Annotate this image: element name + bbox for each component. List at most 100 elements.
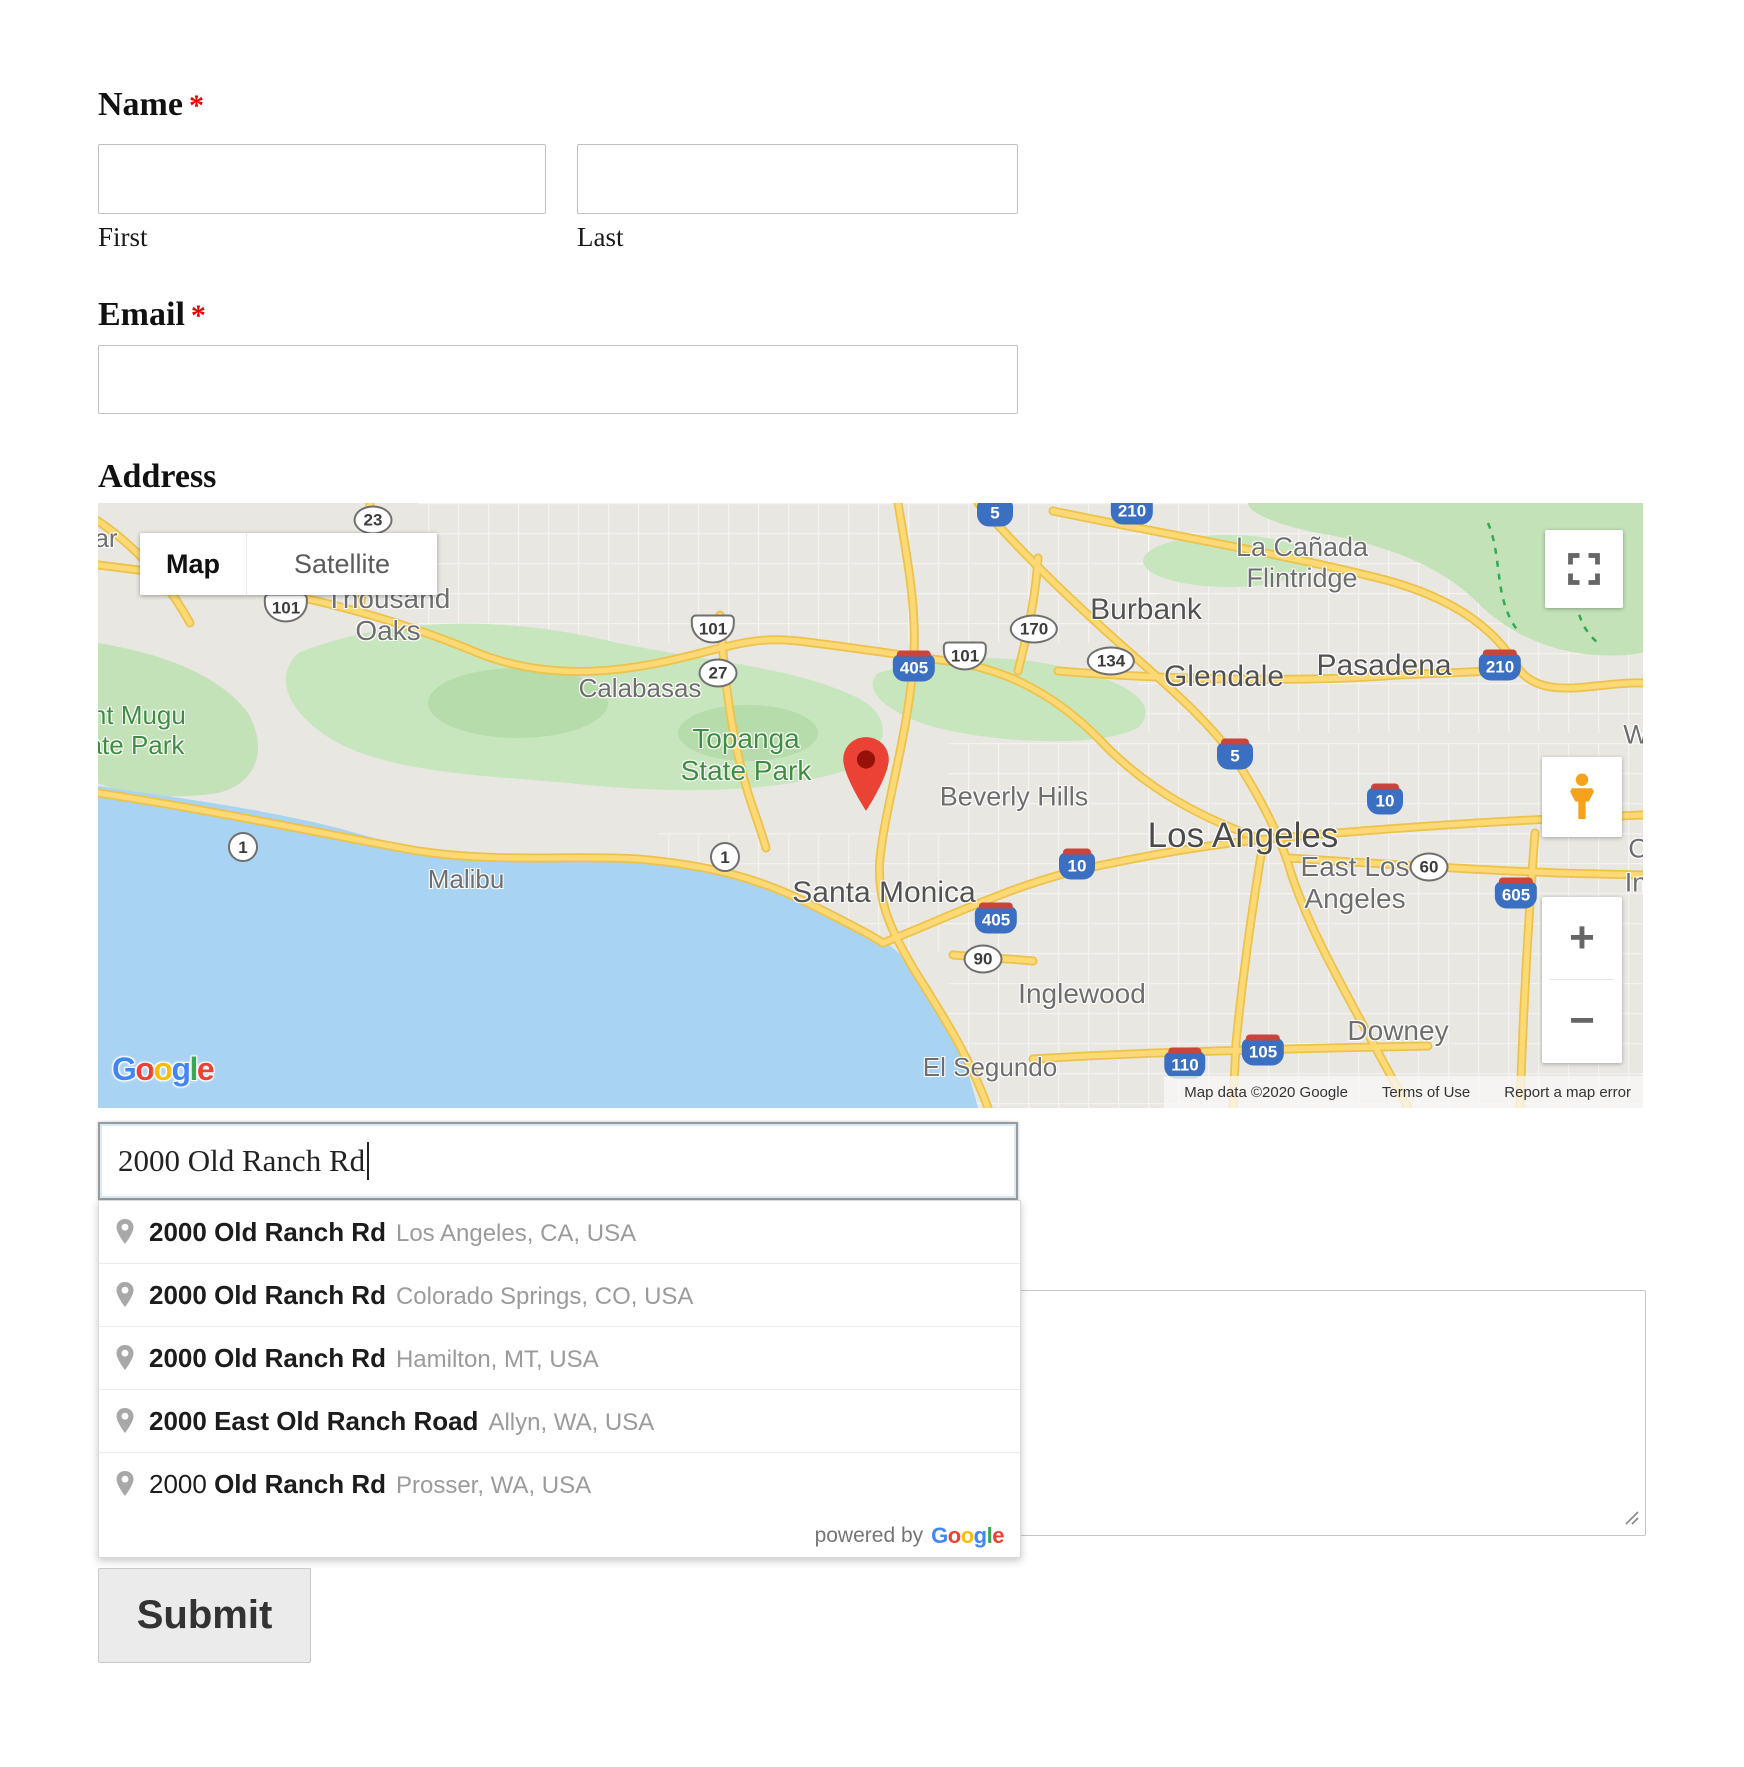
google-logo-letter: o: [948, 1523, 961, 1548]
route-shield: 605: [1495, 882, 1537, 909]
map-attribution: Map data ©2020 Google Terms of Use Repor…: [1164, 1076, 1643, 1108]
first-name-sublabel: First: [98, 222, 148, 253]
google-logo-letter: g: [974, 1523, 987, 1548]
fullscreen-icon: [1566, 551, 1602, 587]
report-map-error-link[interactable]: Report a map error: [1504, 1084, 1631, 1101]
google-logo-small: Google: [931, 1523, 1004, 1549]
email-label: Email*: [98, 296, 206, 334]
submit-button[interactable]: Submit: [98, 1568, 311, 1663]
map-type-satellite-button[interactable]: Satellite: [246, 533, 437, 595]
map-city-label: Calabasas: [579, 674, 702, 704]
google-map[interactable]: arThousand OaksCalabasasTopanga State Pa…: [98, 503, 1643, 1108]
autocomplete-item-text: 2000 Old Ranch RdProsser, WA, USA: [149, 1469, 591, 1500]
last-name-input[interactable]: [577, 144, 1018, 214]
address-input-value: 2000 Old Ranch Rd: [118, 1143, 365, 1179]
route-shield: 27: [699, 659, 738, 688]
autocomplete-item-text: 2000 Old Ranch RdColorado Springs, CO, U…: [149, 1280, 693, 1311]
map-city-label: El Segundo: [923, 1053, 1057, 1083]
name-required-asterisk: *: [189, 89, 204, 122]
autocomplete-list: 2000 Old Ranch RdLos Angeles, CA, USA 20…: [99, 1201, 1020, 1515]
terms-of-use-link[interactable]: Terms of Use: [1382, 1084, 1470, 1101]
route-shield: 170: [1010, 615, 1058, 644]
first-name-input[interactable]: [98, 144, 546, 214]
autocomplete-item-text: 2000 Old Ranch RdHamilton, MT, USA: [149, 1343, 599, 1374]
map-type-control: Map Satellite: [140, 533, 437, 595]
zoom-out-button[interactable]: −: [1542, 980, 1622, 1062]
autocomplete-dropdown: 2000 Old Ranch RdLos Angeles, CA, USA 20…: [98, 1200, 1021, 1558]
google-logo-letter: e: [992, 1523, 1004, 1548]
location-pin-icon: [113, 1343, 137, 1373]
map-city-label: int Mugu ate Park: [98, 701, 186, 761]
map-city-label: East Los Angeles: [1301, 851, 1410, 915]
autocomplete-item[interactable]: 2000 East Old Ranch RoadAllyn, WA, USA: [99, 1389, 1020, 1452]
pegman-control[interactable]: [1542, 757, 1622, 837]
location-pin-icon: [113, 1217, 137, 1247]
route-shield: 5: [1217, 743, 1253, 770]
google-logo-letter: G: [112, 1051, 135, 1087]
route-shield: 210: [1479, 654, 1521, 681]
google-logo-letter: e: [197, 1051, 213, 1087]
map-data-copyright: Map data ©2020 Google: [1184, 1084, 1348, 1101]
google-logo-letter: g: [171, 1051, 189, 1087]
location-pin-icon: [113, 1280, 137, 1310]
powered-by-text: powered by: [815, 1524, 924, 1548]
route-shield: 110: [1164, 1052, 1205, 1079]
route-shield: 405: [975, 907, 1017, 934]
zoom-in-button[interactable]: +: [1542, 897, 1622, 979]
autocomplete-item[interactable]: 2000 Old Ranch RdLos Angeles, CA, USA: [99, 1201, 1020, 1263]
route-shield: 5: [977, 503, 1013, 527]
map-type-map-button[interactable]: Map: [140, 533, 246, 595]
email-input[interactable]: [98, 345, 1018, 414]
page: Name* First Last Email* Address: [0, 0, 1744, 1767]
map-city-label: Burbank: [1090, 593, 1202, 628]
email-label-text: Email: [98, 296, 185, 333]
route-shield: 405: [893, 655, 935, 682]
google-logo-letter: o: [153, 1051, 171, 1087]
route-shield: 10: [1367, 788, 1403, 815]
fullscreen-button[interactable]: [1545, 530, 1623, 608]
route-shield: 10: [1059, 853, 1095, 880]
route-shield: 1: [710, 842, 740, 872]
map-city-label: Pasadena: [1316, 649, 1451, 684]
map-city-label: ar: [98, 524, 118, 554]
address-input[interactable]: 2000 Old Ranch Rd: [98, 1122, 1018, 1200]
route-shield: 134: [1087, 647, 1135, 676]
route-shield: 90: [964, 945, 1003, 974]
address-label: Address: [98, 458, 216, 496]
map-city-label: In: [1625, 867, 1643, 898]
route-shield: 23: [354, 506, 393, 535]
autocomplete-item-text: 2000 East Old Ranch RoadAllyn, WA, USA: [149, 1406, 654, 1437]
last-name-sublabel: Last: [577, 222, 624, 253]
google-logo-letter: G: [931, 1523, 948, 1548]
map-city-label: Downey: [1347, 1015, 1448, 1047]
map-city-label: La Cañada Flintridge: [1236, 532, 1368, 594]
map-city-label: Beverly Hills: [940, 781, 1089, 812]
pegman-icon: [1560, 771, 1604, 823]
autocomplete-item[interactable]: 2000 Old Ranch RdProsser, WA, USA: [99, 1452, 1020, 1515]
autocomplete-item[interactable]: 2000 Old Ranch RdHamilton, MT, USA: [99, 1326, 1020, 1389]
route-shield: 210: [1111, 503, 1153, 525]
text-cursor: [367, 1142, 369, 1180]
google-logo[interactable]: Google: [112, 1051, 213, 1088]
location-pin-icon: [113, 1406, 137, 1436]
map-city-label: C: [1628, 833, 1643, 864]
map-city-label: Topanga State Park: [681, 723, 812, 787]
google-logo-letter: o: [135, 1051, 153, 1087]
powered-by-google: powered by Google: [99, 1515, 1020, 1557]
route-shield: 60: [1410, 853, 1449, 882]
route-shield: 1: [228, 832, 258, 862]
name-label: Name*: [98, 86, 204, 124]
map-city-label: Inglewood: [1018, 978, 1146, 1010]
map-city-label: Glendale: [1164, 660, 1284, 695]
map-city-label: Santa Monica: [792, 876, 975, 911]
autocomplete-item[interactable]: 2000 Old Ranch RdColorado Springs, CO, U…: [99, 1263, 1020, 1326]
textarea-resize-handle[interactable]: [1622, 1508, 1640, 1526]
email-required-asterisk: *: [191, 299, 206, 332]
google-logo-letter: o: [961, 1523, 974, 1548]
comments-textarea[interactable]: [1012, 1290, 1646, 1536]
google-logo-letter: l: [190, 1051, 197, 1087]
zoom-control: + −: [1542, 897, 1622, 1063]
map-city-label: W: [1623, 719, 1643, 750]
autocomplete-item-text: 2000 Old Ranch RdLos Angeles, CA, USA: [149, 1217, 636, 1248]
location-pin-icon: [113, 1469, 137, 1499]
